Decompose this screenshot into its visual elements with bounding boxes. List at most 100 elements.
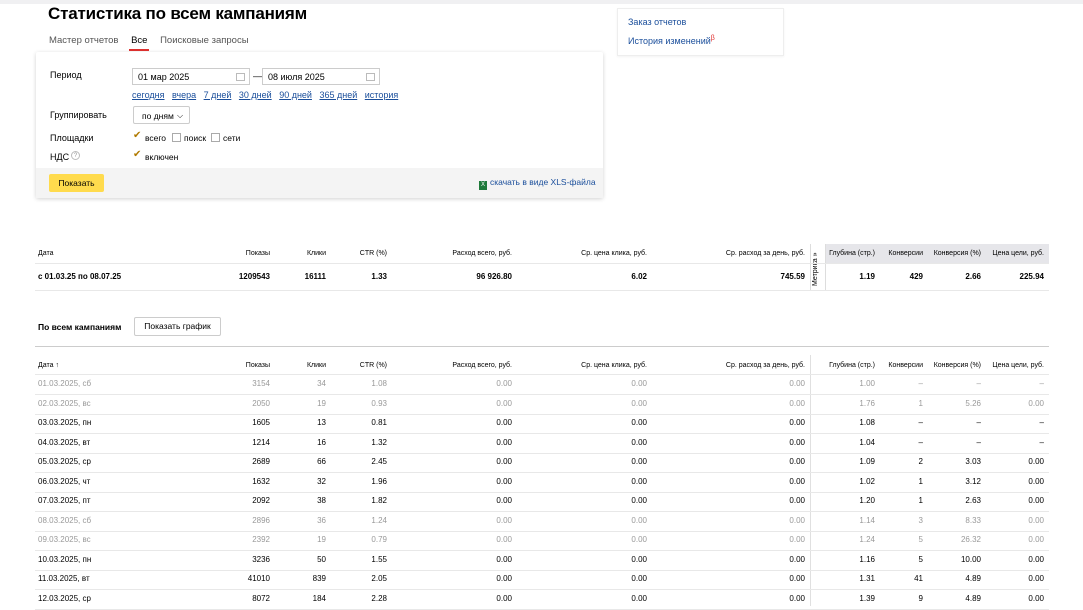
group-select-value: по дням: [142, 111, 174, 121]
platform-search-label: поиск: [184, 133, 207, 143]
tab-report-wizard[interactable]: Мастер отчетов: [49, 35, 118, 46]
platform-networks-checkbox[interactable]: [211, 133, 220, 142]
range-90-days[interactable]: 90 дней: [279, 90, 312, 100]
cell-spend-total: 0.00: [496, 554, 512, 564]
cell-conversions: 5: [918, 535, 923, 544]
excel-icon: X: [479, 181, 487, 190]
table-row: 04.03.2025, вт 1214 16 1.32 0.00 0.00 0.00 1.04…: [35, 434, 1049, 454]
daily-header-avg-daily-spend: Ср. расход за день, руб.: [725, 362, 805, 369]
cell-avg-daily-spend: 0.00: [789, 554, 805, 564]
table-row: 09.03.2025, вс 2392 19 0.79 0.00 0.00 0.00 1.24…: [35, 531, 1049, 551]
range-yesterday[interactable]: вчера: [172, 90, 196, 100]
platform-all-label: всего: [145, 133, 167, 143]
calendar-icon[interactable]: [366, 73, 375, 81]
summary-ctr: 1.33: [371, 272, 387, 281]
cell-avg-cpc: 0.00: [631, 496, 647, 505]
summary-spend-total: 96 926.80: [476, 272, 512, 281]
daily-header-avg-cpc: Ср. цена клика, руб.: [581, 362, 647, 369]
platforms-label: Площадки: [50, 133, 94, 143]
cell-goal-cost: 0.00: [1028, 398, 1044, 408]
cell-goal-cost: 0.00: [1028, 593, 1044, 603]
platform-all-checkbox[interactable]: [133, 130, 142, 142]
cell-avg-cpc: 0.00: [631, 457, 647, 466]
cell-conversion-rate: 8.33: [965, 515, 981, 525]
calendar-icon[interactable]: [236, 73, 245, 81]
side-links-panel: Заказ отчетов История измененийβ: [617, 8, 784, 56]
summary-header-spend-total: Расход всего, руб.: [452, 250, 512, 257]
cell-clicks: 19: [317, 535, 326, 544]
cell-conversion-rate: –: [976, 418, 981, 427]
daily-header-spend-total: Расход всего, руб.: [452, 362, 512, 369]
show-graph-button[interactable]: Показать график: [134, 317, 221, 336]
tab-all[interactable]: Все: [129, 35, 150, 51]
cell-spend-total: 0.00: [496, 496, 512, 505]
summary-impressions: 1209543: [238, 272, 270, 281]
table-row: 02.03.2025, вс 2050 19 0.93 0.00 0.00 0.00 1.76…: [35, 395, 1049, 415]
summary-date: с 01.03.25 по 08.07.25: [38, 272, 122, 281]
table-row: 10.03.2025, пн 3236 50 1.55 0.00 0.00 0.00 1.16…: [35, 551, 1049, 571]
date-from-input[interactable]: 01 мар 2025: [132, 68, 250, 85]
cell-conversion-rate: 5.26: [965, 398, 981, 408]
cell-avg-cpc: 0.00: [631, 437, 647, 447]
cell-spend-total: 0.00: [496, 574, 512, 583]
help-icon[interactable]: ?: [71, 151, 80, 160]
cell-spend-total: 0.00: [496, 418, 512, 427]
cell-spend-total: 0.00: [496, 437, 512, 447]
order-reports-link[interactable]: Заказ отчетов: [628, 17, 686, 27]
cell-conversion-rate: –: [976, 437, 981, 447]
date-to-input[interactable]: 08 июля 2025: [262, 68, 380, 85]
cell-ctr: 1.24: [371, 515, 387, 525]
cell-goal-cost: 0.00: [1028, 496, 1044, 505]
show-button[interactable]: Показать: [49, 174, 104, 192]
cell-conversion-rate: 3.12: [965, 476, 981, 486]
cell-goal-cost: 0.00: [1028, 574, 1044, 583]
cell-goal-cost: 0.00: [1028, 554, 1044, 564]
cell-date: 12.03.2025, ср: [38, 593, 91, 603]
cell-goal-cost: –: [1039, 437, 1044, 447]
cell-avg-cpc: 0.00: [631, 574, 647, 583]
vat-included-label: включен: [145, 152, 179, 162]
table-row: 01.03.2025, сб 3154 34 1.08 0.00 0.00 0.00 1.00…: [35, 375, 1049, 395]
table-row: 05.03.2025, ср 2689 66 2.45 0.00 0.00 0.00 1.09…: [35, 453, 1049, 473]
cell-depth: 1.20: [859, 496, 875, 505]
cell-ctr: 2.28: [371, 593, 387, 603]
vat-included-checkbox[interactable]: [133, 149, 142, 161]
platform-search-checkbox[interactable]: [172, 133, 181, 142]
summary-header-ctr: CTR (%): [359, 250, 387, 257]
cell-spend-total: 0.00: [496, 398, 512, 408]
page-title: Статистика по всем кампаниям: [48, 4, 308, 23]
cell-avg-cpc: 0.00: [631, 379, 647, 388]
tab-search-queries[interactable]: Поисковые запросы: [160, 35, 248, 46]
cell-impressions: 2896: [252, 515, 270, 525]
cell-ctr: 0.81: [371, 418, 387, 427]
cell-clicks: 13: [317, 418, 326, 427]
cell-depth: 1.31: [859, 574, 875, 583]
range-today[interactable]: сегодня: [132, 90, 165, 100]
cell-avg-daily-spend: 0.00: [789, 515, 805, 525]
cell-impressions: 1214: [252, 437, 270, 447]
platform-networks-label: сети: [223, 133, 241, 143]
group-select[interactable]: по дням ⌵: [133, 106, 190, 124]
cell-avg-daily-spend: 0.00: [789, 379, 805, 388]
vat-label: НДС: [50, 152, 70, 162]
download-xls-link[interactable]: Xскачать в виде XLS-файла: [479, 177, 596, 190]
range-7-days[interactable]: 7 дней: [204, 90, 232, 100]
cell-impressions: 41010: [247, 574, 270, 583]
cell-impressions: 2392: [252, 535, 270, 544]
summary-header-conversions: Конверсии: [888, 250, 923, 257]
cell-ctr: 2.05: [371, 574, 387, 583]
cell-conversions: 41: [914, 574, 923, 583]
cell-impressions: 3236: [252, 554, 270, 564]
daily-header-date: Дата ↑: [38, 362, 59, 369]
change-history-link[interactable]: История измененийβ: [628, 35, 715, 46]
range-30-days[interactable]: 30 дней: [239, 90, 272, 100]
range-history[interactable]: история: [365, 90, 398, 100]
date-separator: —: [253, 71, 262, 81]
range-365-days[interactable]: 365 дней: [319, 90, 357, 100]
cell-avg-daily-spend: 0.00: [789, 574, 805, 583]
cell-depth: 1.08: [859, 418, 875, 427]
cell-date: 03.03.2025, пн: [38, 418, 92, 427]
summary-header-row: Дата Показы Клики CTR (%) Расход всего, руб.…: [35, 244, 1049, 264]
cell-avg-cpc: 0.00: [631, 476, 647, 486]
period-label: Период: [50, 70, 82, 80]
